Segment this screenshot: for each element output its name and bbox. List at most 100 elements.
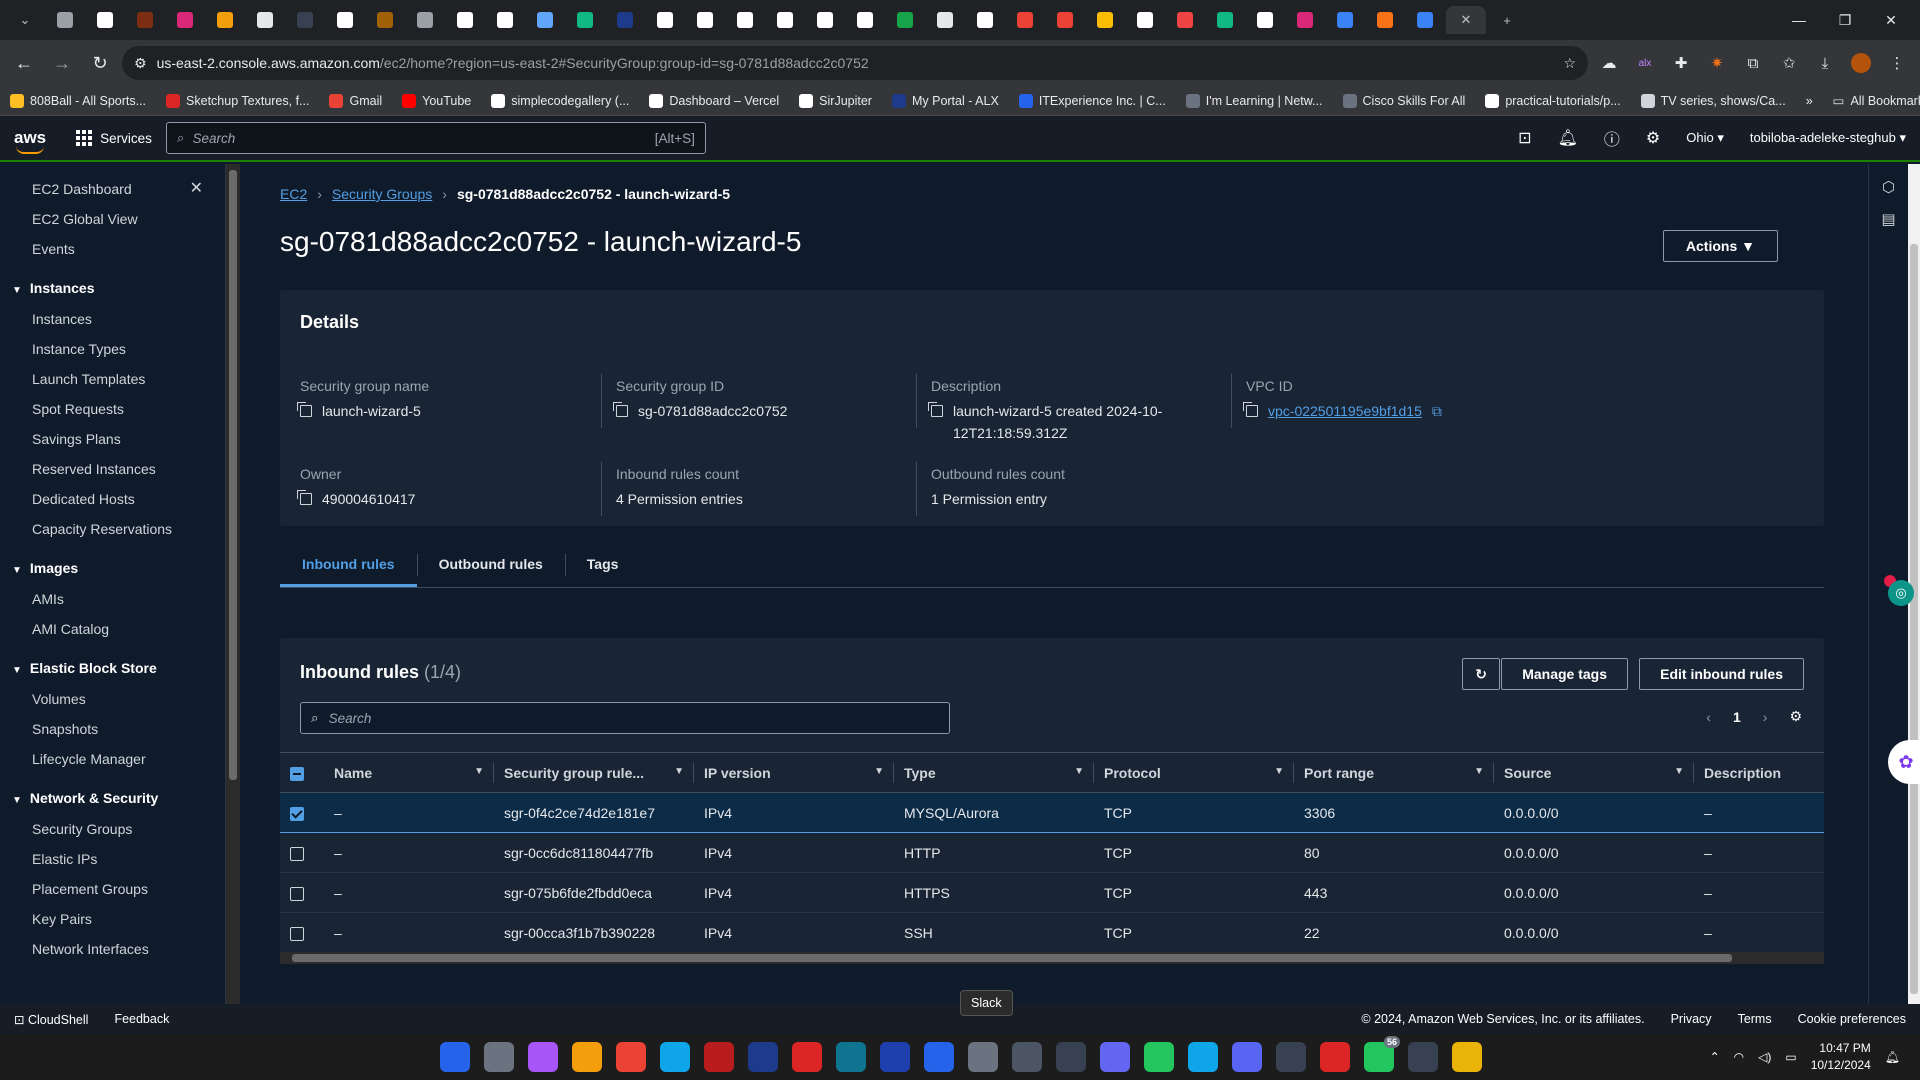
browser-tab-favicon-icon[interactable] xyxy=(326,6,364,34)
browser-tab-favicon-icon[interactable] xyxy=(246,6,284,34)
bookmark-item[interactable]: Sketchup Textures, f... xyxy=(166,93,309,108)
table-horizontal-scrollbar[interactable] xyxy=(280,952,1824,964)
new-tab-icon[interactable]: + xyxy=(1488,6,1526,34)
site-info-icon[interactable]: ⚙ xyxy=(134,55,147,72)
taskbar-app-icon[interactable] xyxy=(704,1042,734,1072)
settings-gear-icon[interactable]: ⚙ xyxy=(1646,128,1660,148)
taskbar-app-icon[interactable] xyxy=(1408,1042,1438,1072)
taskbar-app-icon[interactable] xyxy=(1056,1042,1086,1072)
row-checkbox[interactable] xyxy=(290,886,304,901)
sidebar-item[interactable]: Security Groups xyxy=(0,814,225,844)
sidebar-item[interactable]: Volumes xyxy=(0,684,225,714)
sidebar-item[interactable]: Network Interfaces xyxy=(0,934,225,964)
bookmark-item[interactable]: TV series, shows/Ca... xyxy=(1640,93,1786,108)
taskbar-app-icon[interactable] xyxy=(748,1042,778,1072)
taskbar-app-icon[interactable] xyxy=(484,1042,514,1072)
browser-tab-favicon-icon[interactable] xyxy=(86,6,124,34)
account-menu[interactable]: tobiloba-adeleke-steghub ▾ xyxy=(1750,130,1906,146)
taskbar-app-icon[interactable] xyxy=(1276,1042,1306,1072)
bookmarks-icon[interactable]: ✩ xyxy=(1774,48,1804,78)
sidebar-item[interactable]: Elastic IPs xyxy=(0,844,225,874)
browser-tab-favicon-icon[interactable] xyxy=(606,6,644,34)
taskbar-app-icon[interactable] xyxy=(1232,1042,1262,1072)
column-header[interactable]: Name ▼ xyxy=(324,752,494,793)
copy-icon[interactable] xyxy=(297,490,312,505)
sidebar-item[interactable]: AMIs xyxy=(0,584,225,614)
sidebar-item[interactable]: Launch Templates xyxy=(0,364,225,394)
table-row[interactable]: – sgr-0f4c2ce74d2e181e7 IPv4 MYSQL/Aurora TC… xyxy=(280,792,1824,833)
browser-menu-icon[interactable]: ⋮ xyxy=(1882,48,1912,78)
column-header[interactable]: Security group rule... ▼ xyxy=(494,752,694,793)
extension-excel-icon[interactable]: ✚ xyxy=(1666,48,1696,78)
assistant-badge-icon[interactable]: ◎ xyxy=(1888,580,1914,606)
browser-tab-favicon-icon[interactable] xyxy=(846,6,884,34)
taskbar-app-icon[interactable] xyxy=(1452,1042,1482,1072)
help-icon[interactable]: ⓘ xyxy=(1604,126,1620,150)
extension-alx-icon[interactable]: alx xyxy=(1630,48,1660,78)
bookmark-item[interactable]: SirJupiter xyxy=(799,93,872,108)
browser-tab-favicon-icon[interactable] xyxy=(886,6,924,34)
taskbar-app-icon[interactable]: 56 xyxy=(1364,1036,1400,1072)
bookmark-item[interactable]: YouTube xyxy=(402,93,471,108)
browser-tab-favicon-icon[interactable] xyxy=(206,6,244,34)
bookmark-item[interactable]: simplecodegallery (... xyxy=(491,93,629,108)
browser-tab-favicon-icon[interactable] xyxy=(1326,6,1364,34)
chevron-left-icon[interactable]: ‹ xyxy=(1706,709,1711,725)
reload-icon[interactable]: ↻ xyxy=(84,47,116,79)
external-link-icon[interactable]: ⧉ xyxy=(1432,400,1442,422)
browser-tab-favicon-icon[interactable] xyxy=(46,6,84,34)
tab-search-icon[interactable]: ⌄ xyxy=(6,6,44,34)
profile-avatar[interactable] xyxy=(1846,48,1876,78)
taskbar-app-icon[interactable] xyxy=(968,1042,998,1072)
taskbar-app-icon[interactable] xyxy=(836,1042,866,1072)
sidebar-item[interactable]: Snapshots xyxy=(0,714,225,744)
browser-tab-favicon-icon[interactable] xyxy=(686,6,724,34)
taskbar-app-icon[interactable] xyxy=(660,1042,690,1072)
bookmark-item[interactable]: 808Ball - All Sports... xyxy=(10,93,146,108)
row-checkbox[interactable] xyxy=(290,806,304,821)
maximize-icon[interactable]: ❐ xyxy=(1822,12,1868,29)
sidebar-item[interactable]: Lifecycle Manager xyxy=(0,744,225,774)
browser-tab-favicon-icon[interactable] xyxy=(486,6,524,34)
browser-tab-favicon-icon[interactable] xyxy=(566,6,604,34)
sort-caret-down-icon[interactable]: ▼ xyxy=(474,766,484,777)
download-icon[interactable]: ⤓ xyxy=(1810,48,1840,78)
chevron-right-icon[interactable]: › xyxy=(1763,709,1768,725)
aws-search-input[interactable]: ⌕ Search [Alt+S] xyxy=(165,122,706,154)
browser-tab-favicon-icon[interactable] xyxy=(966,6,1004,34)
column-header[interactable]: Protocol ▼ xyxy=(1094,752,1294,793)
taskbar-app-icon[interactable] xyxy=(924,1042,954,1072)
sidebar-item[interactable]: Reserved Instances xyxy=(0,454,225,484)
all-bookmarks-folder[interactable]: ▭ All Bookmarks xyxy=(1833,93,1920,109)
edit-inbound-rules-button[interactable]: Edit inbound rules xyxy=(1639,658,1804,690)
vpc-id-link[interactable]: vpc-022501195e9bf1d15 xyxy=(1268,400,1422,422)
sidebar-section-header[interactable]: ▼ Elastic Block Store xyxy=(0,652,225,684)
column-header[interactable]: Port range ▼ xyxy=(1294,752,1494,793)
sidebar-scrollbar[interactable] xyxy=(226,164,240,1004)
bookmark-item[interactable]: practical-tutorials/p... xyxy=(1485,93,1621,108)
browser-tab-favicon-icon[interactable] xyxy=(406,6,444,34)
browser-tab-favicon-icon[interactable] xyxy=(726,6,764,34)
column-header[interactable]: Source ▼ xyxy=(1494,752,1694,793)
browser-tab-favicon-icon[interactable] xyxy=(1366,6,1404,34)
clock[interactable]: 10:47 PM 10/12/2024 xyxy=(1811,1040,1871,1074)
wifi-icon[interactable]: ◠ xyxy=(1734,1050,1744,1064)
refresh-button[interactable]: ↻ xyxy=(1462,658,1500,690)
breadcrumb-security-groups-link[interactable]: Security Groups xyxy=(332,186,432,202)
bookmark-item[interactable]: Gmail xyxy=(329,93,382,108)
extensions-puzzle-icon[interactable]: ⧉ xyxy=(1738,48,1768,78)
browser-tab-favicon-icon[interactable] xyxy=(1166,6,1204,34)
minimize-icon[interactable]: — xyxy=(1776,12,1822,29)
sidebar-item[interactable]: Capacity Reservations xyxy=(0,514,225,544)
sort-caret-down-icon[interactable]: ▼ xyxy=(1674,766,1684,777)
taskbar-app-icon[interactable] xyxy=(1100,1042,1130,1072)
table-settings-gear-icon[interactable]: ⚙ xyxy=(1789,708,1802,725)
sidebar-item[interactable]: Key Pairs xyxy=(0,904,225,934)
column-header[interactable]: IP version ▼ xyxy=(694,752,894,793)
rules-search-input[interactable]: ⌕ Search xyxy=(300,702,950,734)
tray-overflow-icon[interactable]: ⌃ xyxy=(1710,1050,1720,1064)
taskbar-app-icon[interactable] xyxy=(1188,1042,1218,1072)
taskbar-app-icon[interactable] xyxy=(1012,1042,1042,1072)
copy-icon[interactable] xyxy=(297,402,312,417)
close-window-icon[interactable]: ✕ xyxy=(1868,12,1914,29)
